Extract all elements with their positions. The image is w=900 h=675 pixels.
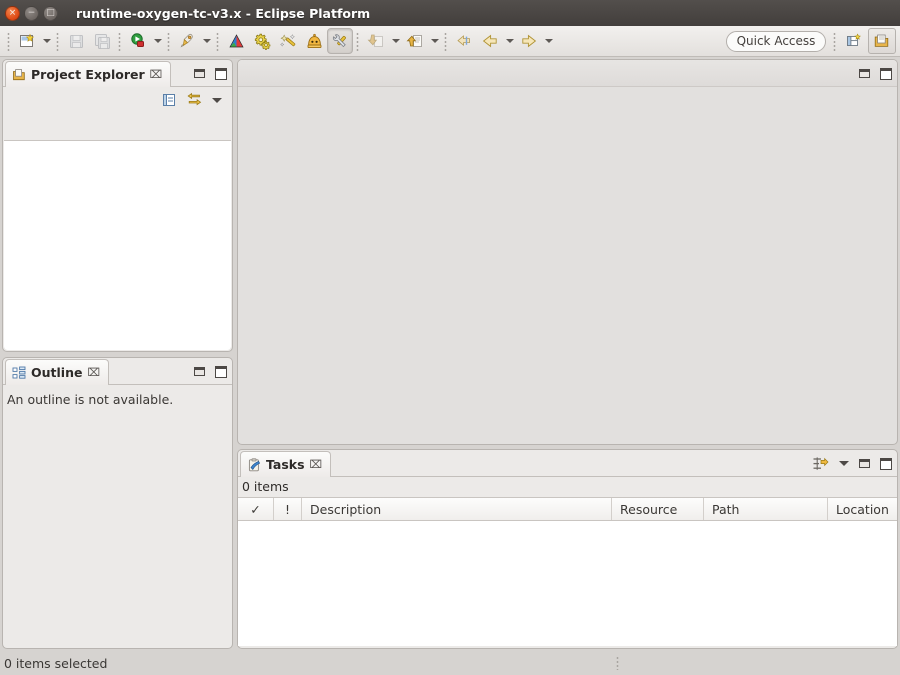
collapse-all-icon[interactable] [161, 92, 177, 108]
view-menu-icon[interactable] [212, 97, 222, 103]
next-icon[interactable] [516, 28, 542, 54]
eclipse-window: × − □ runtime-oxygen-tc-v3.x - Eclipse P… [0, 0, 900, 675]
tasks-table-header: ✓ ! Description Resource Path Location [238, 497, 897, 521]
workbench-area: Project Explorer ⌧ Outline ⌧ An outline … [0, 57, 900, 651]
back-nav-icon[interactable] [451, 28, 477, 54]
toolbar-grip-8[interactable] [832, 31, 838, 51]
run-icon[interactable] [125, 28, 151, 54]
project-explorer-view: Project Explorer ⌧ [2, 59, 233, 352]
status-bar: 0 items selected [0, 651, 900, 675]
toolbar-grip-6[interactable] [355, 31, 361, 51]
status-grip[interactable] [616, 656, 620, 670]
import-icon[interactable] [363, 28, 389, 54]
link-with-editor-icon[interactable] [186, 92, 203, 108]
close-icon[interactable]: ⌧ [310, 459, 323, 470]
maximize-icon[interactable] [215, 67, 227, 80]
export-icon[interactable] [402, 28, 428, 54]
toolbar-grip-2[interactable] [55, 31, 61, 51]
tasks-table-body[interactable] [238, 521, 897, 646]
quick-access-input[interactable]: Quick Access [726, 30, 826, 52]
tab-tasks[interactable]: Tasks ⌧ [240, 451, 332, 477]
outline-tabs: Outline ⌧ [3, 358, 232, 385]
close-icon[interactable]: ⌧ [87, 367, 100, 378]
close-icon[interactable]: ⌧ [150, 69, 163, 80]
column-header-description[interactable]: Description [302, 498, 612, 520]
editor-area-controls [859, 60, 892, 87]
column-header-check[interactable]: ✓ [238, 498, 274, 520]
tab-label: Outline [31, 365, 83, 380]
tools-icon[interactable] [327, 28, 353, 54]
maximize-icon[interactable] [215, 365, 227, 378]
minimize-icon[interactable] [194, 367, 205, 376]
quick-access-label: Quick Access [736, 34, 816, 48]
main-toolbar: Quick Access [0, 26, 900, 57]
export-dropdown-arrow[interactable] [428, 28, 441, 54]
new-wizard-icon[interactable] [14, 28, 40, 54]
title-bar: × − □ runtime-oxygen-tc-v3.x - Eclipse P… [0, 0, 900, 26]
project-explorer-toolbar [3, 87, 232, 113]
editor-tab-strip [238, 60, 897, 87]
previous-icon[interactable] [477, 28, 503, 54]
minimize-icon[interactable]: − [24, 5, 39, 21]
project-explorer-icon [12, 68, 26, 82]
column-header-path[interactable]: Path [704, 498, 828, 520]
save-all-icon[interactable] [89, 28, 115, 54]
maximize-icon[interactable] [880, 457, 892, 470]
toolbar-grip-3[interactable] [117, 31, 123, 51]
tab-outline[interactable]: Outline ⌧ [5, 359, 110, 385]
column-header-location[interactable]: Location [828, 498, 897, 520]
project-explorer-tree[interactable] [4, 140, 231, 350]
window-controls: × − □ [0, 5, 58, 21]
run-dropdown-arrow[interactable] [151, 28, 164, 54]
outline-message: An outline is not available. [7, 392, 174, 407]
outline-icon [12, 366, 26, 380]
perspective-resource-icon[interactable] [868, 28, 896, 54]
minimize-icon[interactable] [859, 459, 870, 468]
filters-icon[interactable] [812, 456, 829, 472]
tasks-view: Tasks ⌧ 0 items ✓ ! Description Resource… [237, 449, 898, 649]
tasks-controls [812, 450, 892, 477]
minimize-icon[interactable] [194, 69, 205, 78]
tasks-tabs: Tasks ⌧ [238, 450, 897, 477]
tab-label: Project Explorer [31, 67, 145, 82]
minimize-icon[interactable] [859, 69, 870, 78]
debug-icon[interactable] [174, 28, 200, 54]
tab-label: Tasks [266, 457, 305, 472]
debug-dropdown-arrow[interactable] [200, 28, 213, 54]
maximize-icon[interactable] [880, 67, 892, 80]
save-icon[interactable] [63, 28, 89, 54]
project-explorer-controls [194, 60, 227, 87]
next-dropdown-arrow[interactable] [542, 28, 555, 54]
tasks-icon [247, 457, 261, 472]
outline-controls [194, 358, 227, 385]
view-menu-icon[interactable] [839, 461, 849, 466]
previous-dropdown-arrow[interactable] [503, 28, 516, 54]
toolbar-grip-7[interactable] [443, 31, 449, 51]
toolbar-grip[interactable] [6, 31, 12, 51]
close-icon[interactable]: × [5, 5, 20, 21]
column-header-resource[interactable]: Resource [612, 498, 704, 520]
project-explorer-tabs: Project Explorer ⌧ [3, 60, 232, 87]
window-title: runtime-oxygen-tc-v3.x - Eclipse Platfor… [76, 5, 371, 21]
new-dropdown-arrow[interactable] [40, 28, 53, 54]
status-text: 0 items selected [4, 655, 108, 671]
toolbar-grip-4[interactable] [166, 31, 172, 51]
tab-project-explorer[interactable]: Project Explorer ⌧ [5, 61, 172, 87]
triangle-icon[interactable] [223, 28, 249, 54]
gears-icon[interactable] [249, 28, 275, 54]
wand-icon[interactable] [275, 28, 301, 54]
tasks-count: 0 items [242, 479, 289, 494]
column-header-priority[interactable]: ! [274, 498, 302, 520]
import-dropdown-arrow[interactable] [389, 28, 402, 54]
dome-icon[interactable] [301, 28, 327, 54]
outline-view: Outline ⌧ An outline is not available. [2, 357, 233, 649]
maximize-icon[interactable]: □ [43, 5, 58, 21]
editor-area[interactable] [237, 59, 898, 445]
open-perspective-icon[interactable] [840, 28, 868, 54]
toolbar-grip-5[interactable] [215, 31, 221, 51]
